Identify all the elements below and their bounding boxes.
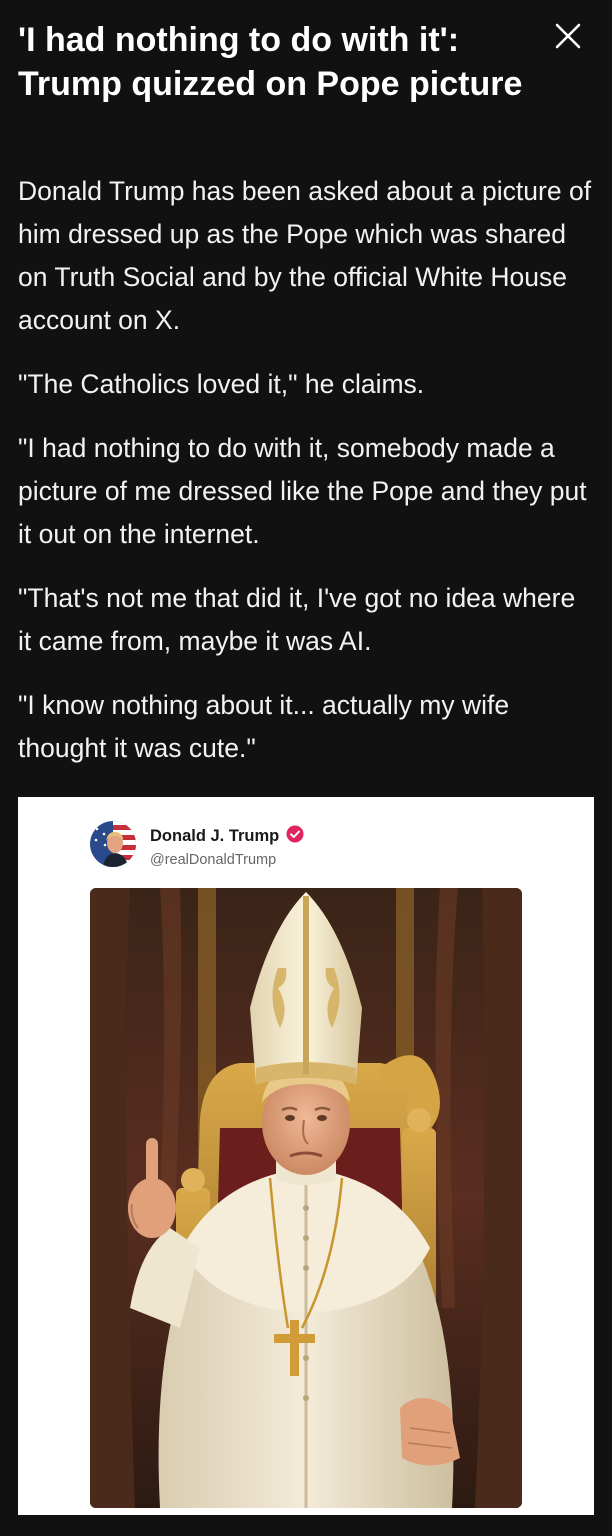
- article-header: 'I had nothing to do with it': Trump qui…: [18, 18, 538, 106]
- avatar[interactable]: [90, 821, 136, 867]
- article-paragraph: "The Catholics loved it," he claims.: [18, 369, 425, 399]
- author-name[interactable]: Donald J. Trump: [150, 827, 279, 845]
- article-paragraph: Donald Trump has been asked about a pict…: [18, 176, 592, 335]
- headline: 'I had nothing to do with it': Trump qui…: [18, 21, 523, 103]
- post-image[interactable]: [90, 888, 522, 1508]
- close-icon: [555, 23, 581, 49]
- profile-avatar-image: [90, 821, 136, 867]
- post-author: Donald J. Trump @realDonaldTrump: [150, 825, 304, 868]
- article-paragraph: "I know nothing about it... actually my …: [18, 690, 510, 763]
- pope-portrait-image: [90, 888, 522, 1508]
- verified-badge-icon: [286, 825, 304, 848]
- author-handle[interactable]: @realDonaldTrump: [150, 852, 304, 868]
- article-body: Donald Trump has been asked about a pict…: [18, 170, 593, 791]
- close-button[interactable]: [548, 16, 588, 56]
- article-paragraph: "I had nothing to do with it, somebody m…: [18, 433, 587, 549]
- article-paragraph: "That's not me that did it, I've got no …: [18, 583, 576, 656]
- embedded-post[interactable]: Donald J. Trump @realDonaldTrump: [18, 797, 594, 1515]
